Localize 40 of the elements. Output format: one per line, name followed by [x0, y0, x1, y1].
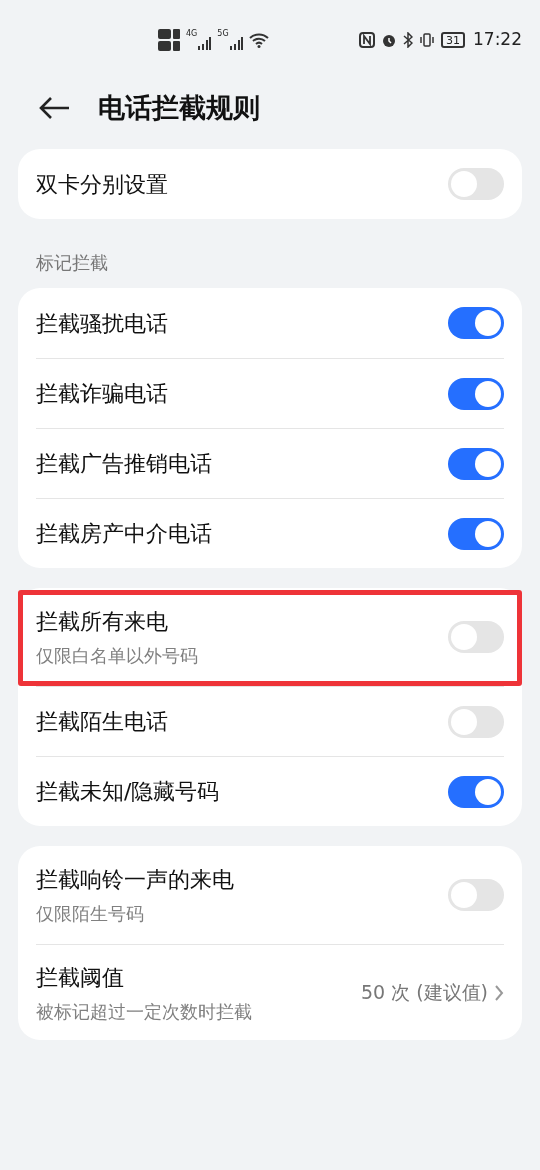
toggle-switch[interactable]: [448, 705, 504, 738]
clock-time: 17:22: [473, 28, 522, 52]
battery-indicator: 31: [441, 32, 465, 48]
setting-description: 仅限白名单以外号码: [36, 644, 199, 668]
setting-title: 拦截诈骗电话: [36, 380, 169, 408]
sim-icon: [158, 41, 180, 51]
wifi-icon: [248, 32, 269, 48]
alarm-icon: [381, 32, 397, 48]
setting-title: 拦截未知/隐藏号码: [36, 778, 221, 806]
setting-title: 双卡分别设置: [36, 170, 169, 199]
sim-icon: [158, 29, 180, 39]
setting-title: 拦截所有来电: [36, 608, 169, 636]
setting-value[interactable]: 50 次 (建议值): [360, 978, 488, 1007]
chevron-right-icon: [494, 983, 504, 1002]
setting-title: 拦截陌生电话: [36, 708, 169, 736]
toggle-switch[interactable]: [448, 621, 504, 653]
toggle-switch[interactable]: [448, 168, 504, 200]
setting-title: 拦截骚扰电话: [36, 309, 169, 338]
network-label: 5G: [217, 28, 229, 40]
setting-description: 被标记超过一定次数时拦截: [36, 999, 253, 1024]
signal-icon: [228, 37, 243, 51]
setting-title: 拦截广告推销电话: [36, 450, 213, 478]
toggle-switch[interactable]: [448, 377, 504, 410]
setting-title: 拦截响铃一声的来电: [36, 866, 235, 894]
toggle-switch[interactable]: [448, 517, 504, 550]
setting-title: 拦截房产中介电话: [36, 520, 213, 548]
toggle-switch[interactable]: [448, 879, 504, 911]
vibrate-icon: [419, 32, 435, 48]
network-label: 4G: [186, 28, 198, 40]
toggle-switch[interactable]: [448, 307, 504, 339]
nfc-icon: [359, 32, 375, 48]
page-title: 电话拦截规则: [98, 90, 260, 125]
toggle-switch[interactable]: [448, 775, 504, 808]
toggle-switch[interactable]: [448, 447, 504, 480]
signal-icon: [197, 37, 212, 51]
section-label: 标记拦截: [35, 251, 109, 275]
setting-description: 仅限陌生号码: [36, 902, 145, 926]
back-icon[interactable]: [38, 96, 70, 120]
bluetooth-icon: [403, 32, 413, 48]
setting-title: 拦截阈值: [36, 963, 125, 992]
